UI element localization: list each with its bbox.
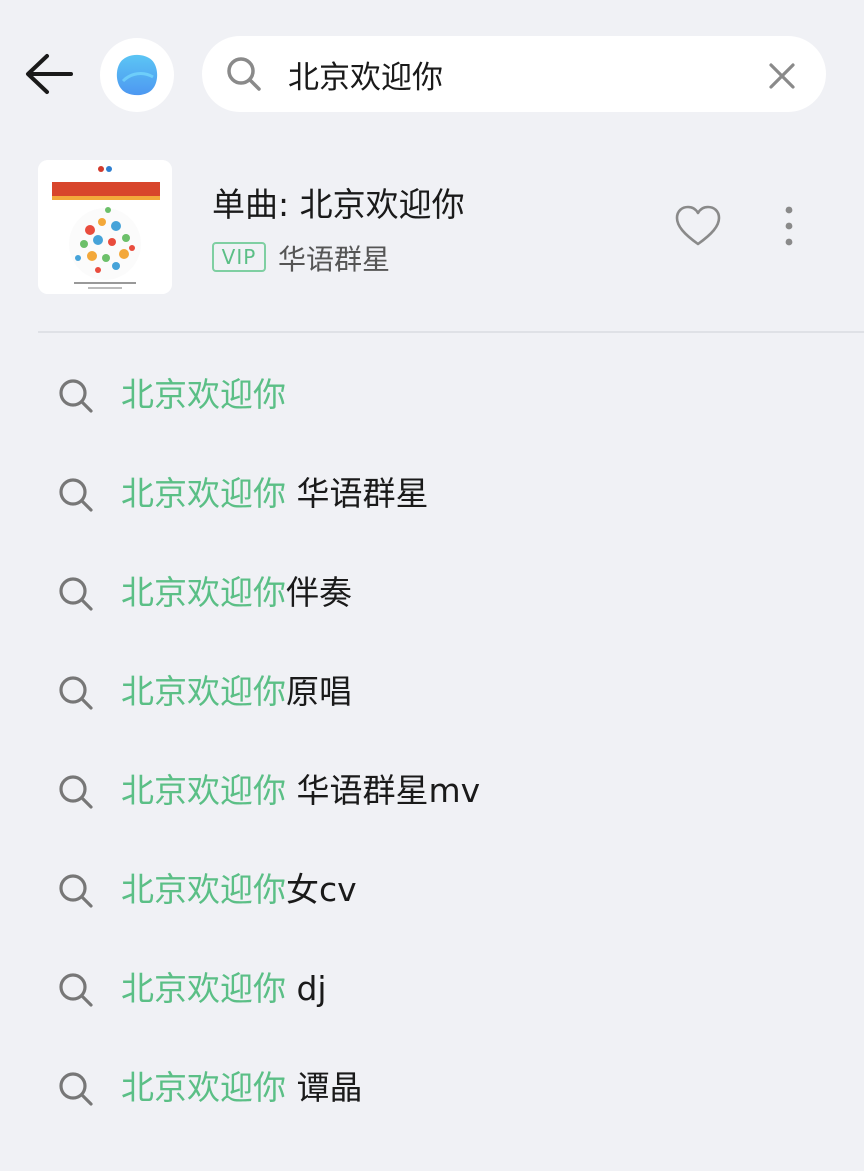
suggestion-rest: 原唱 bbox=[286, 672, 352, 711]
suggestion-item[interactable]: 北京欢迎你 华语群星mv bbox=[0, 742, 864, 841]
suggestion-match: 北京欢迎你 bbox=[121, 573, 286, 612]
suggestion-match: 北京欢迎你 bbox=[121, 969, 286, 1008]
suggestion-match: 北京欢迎你 bbox=[121, 771, 286, 810]
suggestion-text: 北京欢迎你 dj bbox=[121, 967, 327, 1011]
heart-icon bbox=[675, 205, 721, 246]
suggestion-item[interactable]: 北京欢迎你伴奏 bbox=[0, 544, 864, 643]
suggestion-match: 北京欢迎你 bbox=[121, 474, 286, 513]
like-button[interactable] bbox=[674, 204, 722, 248]
search-icon bbox=[59, 1072, 93, 1106]
search-icon bbox=[59, 775, 93, 809]
divider bbox=[38, 331, 864, 333]
search-icon bbox=[59, 874, 93, 908]
suggestion-text: 北京欢迎你伴奏 bbox=[121, 571, 352, 615]
suggestion-rest: 华语群星mv bbox=[286, 771, 481, 810]
song-title: 单曲: 北京欢迎你 bbox=[212, 185, 465, 224]
suggestion-rest: 伴奏 bbox=[286, 573, 352, 612]
suggestion-text: 北京欢迎你 bbox=[121, 373, 286, 417]
suggestion-match: 北京欢迎你 bbox=[121, 1068, 286, 1107]
suggestion-item[interactable]: 北京欢迎你 华语群星 bbox=[0, 445, 864, 544]
suggestion-match: 北京欢迎你 bbox=[121, 870, 286, 909]
suggestion-item[interactable]: 北京欢迎你女cv bbox=[0, 841, 864, 940]
search-icon bbox=[59, 577, 93, 611]
back-button[interactable] bbox=[18, 46, 78, 102]
song-artist: 华语群星 bbox=[278, 243, 391, 276]
suggestion-rest: 华语群星 bbox=[286, 474, 429, 513]
more-options-button[interactable] bbox=[772, 202, 806, 250]
arrow-left-icon bbox=[26, 54, 73, 94]
suggestion-text: 北京欢迎你 华语群星 bbox=[121, 472, 429, 516]
search-bar[interactable] bbox=[202, 36, 826, 112]
top-bar bbox=[0, 0, 864, 150]
search-icon bbox=[59, 379, 93, 413]
suggestion-text: 北京欢迎你原唱 bbox=[121, 670, 352, 714]
suggestion-item[interactable]: 北京欢迎你 bbox=[0, 346, 864, 445]
album-cover bbox=[38, 160, 172, 294]
suggestion-text: 北京欢迎你 谭晶 bbox=[121, 1066, 363, 1110]
vip-badge: VIP bbox=[212, 242, 266, 272]
suggestion-rest: 女cv bbox=[286, 870, 357, 909]
suggestion-item[interactable]: 北京欢迎你 dj bbox=[0, 940, 864, 1039]
suggestion-match: 北京欢迎你 bbox=[121, 375, 286, 414]
app-logo-button[interactable] bbox=[100, 38, 174, 112]
clear-search-button[interactable] bbox=[762, 56, 802, 96]
search-icon bbox=[59, 676, 93, 710]
suggestion-text: 北京欢迎你 华语群星mv bbox=[121, 769, 480, 813]
album-cover-art bbox=[38, 160, 172, 294]
more-vertical-icon bbox=[785, 206, 793, 246]
suggestion-item[interactable]: 北京欢迎你原唱 bbox=[0, 643, 864, 742]
close-icon bbox=[769, 63, 795, 89]
search-icon bbox=[227, 57, 261, 91]
partial-suggestion-row bbox=[0, 1152, 864, 1171]
search-icon bbox=[59, 478, 93, 512]
suggestion-match: 北京欢迎你 bbox=[121, 672, 286, 711]
suggestion-list: 北京欢迎你 北京欢迎你 华语群星 北京欢迎你伴奏 北京欢迎你原唱 北京欢迎你 华… bbox=[0, 346, 864, 1138]
search-input[interactable] bbox=[288, 46, 748, 102]
suggestion-rest: 谭晶 bbox=[286, 1068, 363, 1107]
song-result-row[interactable]: 单曲: 北京欢迎你 VIP 华语群星 bbox=[0, 150, 864, 310]
suggestion-rest: dj bbox=[286, 969, 327, 1008]
suggestion-text: 北京欢迎你女cv bbox=[121, 868, 357, 912]
app-logo-icon bbox=[116, 54, 158, 96]
search-icon bbox=[59, 973, 93, 1007]
suggestion-item[interactable]: 北京欢迎你 谭晶 bbox=[0, 1039, 864, 1138]
